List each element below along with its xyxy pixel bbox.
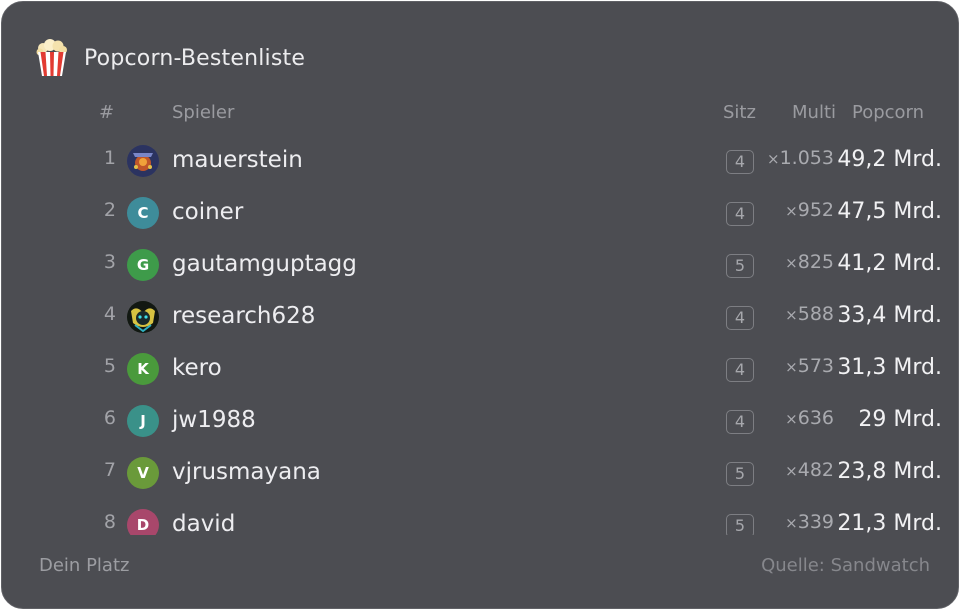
multiplier-value: 588 <box>797 303 834 325</box>
popcorn-value: 33,4 Mrd. <box>837 303 942 328</box>
multiplier: ×952 <box>785 199 834 221</box>
seat-badge: 5 <box>726 254 754 278</box>
avatar-initial: K <box>137 360 149 378</box>
column-header-multi: Multi <box>792 102 836 123</box>
rank-number: 1 <box>103 147 116 169</box>
multiplier: ×825 <box>785 251 834 273</box>
player-name[interactable]: jw1988 <box>172 407 256 433</box>
avatar-initial: C <box>137 204 149 222</box>
avatar-initial: J <box>140 412 146 430</box>
seat-badge: 4 <box>726 202 754 226</box>
multiplier-prefix: × <box>785 202 798 220</box>
player-name[interactable]: kero <box>172 355 222 381</box>
popcorn-value: 21,3 Mrd. <box>837 511 942 535</box>
multiplier-prefix: × <box>785 306 798 324</box>
multiplier-value: 573 <box>797 355 834 377</box>
multiplier-prefix: × <box>767 150 780 168</box>
multiplier-value: 636 <box>797 407 834 429</box>
player-name[interactable]: research628 <box>172 303 315 329</box>
multiplier-value: 952 <box>797 199 834 221</box>
column-header-seat: Sitz <box>723 102 756 123</box>
multiplier-prefix: × <box>785 254 798 272</box>
table-row[interactable]: 8 Ddavid 5 ×339 21,3 Mrd. <box>2 499 958 535</box>
table-row[interactable]: 1 mauerstein 4 ×1.053 49,2 Mrd. <box>2 135 958 187</box>
seat-badge: 4 <box>726 410 754 434</box>
avatar: C <box>127 197 159 229</box>
avatar-initial: G <box>136 256 150 274</box>
multiplier-prefix: × <box>785 410 798 428</box>
popcorn-icon <box>36 39 68 77</box>
seat-badge: 5 <box>726 514 754 535</box>
rank-number: 2 <box>103 199 116 221</box>
avatar: J <box>127 405 159 437</box>
popcorn-value: 31,3 Mrd. <box>837 355 942 380</box>
avatar: K <box>127 353 159 385</box>
rank-number: 5 <box>103 355 116 377</box>
multiplier-value: 482 <box>797 459 834 481</box>
popcorn-value: 29 Mrd. <box>858 407 942 432</box>
leaderboard-card: Popcorn-Bestenliste # Spieler Sitz Multi… <box>1 1 959 609</box>
multiplier-value: 825 <box>797 251 834 273</box>
table-row[interactable]: 2 Ccoiner 4 ×952 47,5 Mrd. <box>2 187 958 239</box>
rank-number: 4 <box>103 303 116 325</box>
table-row[interactable]: 3 Ggautamguptagg 5 ×825 41,2 Mrd. <box>2 239 958 291</box>
page-title: Popcorn-Bestenliste <box>84 45 306 71</box>
avatar <box>127 301 159 333</box>
column-header-rank: # <box>99 102 115 123</box>
header: Popcorn-Bestenliste <box>36 38 305 78</box>
player-name[interactable]: david <box>172 511 235 535</box>
popcorn-value: 47,5 Mrd. <box>837 199 942 224</box>
multiplier-prefix: × <box>785 514 798 532</box>
multiplier-prefix: × <box>785 462 798 480</box>
multiplier: ×339 <box>785 511 834 533</box>
player-name[interactable]: vjrusmayana <box>172 459 321 485</box>
multiplier: ×1.053 <box>767 147 834 169</box>
avatar: D <box>127 509 159 535</box>
rank-number: 8 <box>103 511 116 533</box>
popcorn-value: 49,2 Mrd. <box>837 147 942 172</box>
player-name[interactable]: coiner <box>172 199 243 225</box>
table-row[interactable]: 6 Jjw1988 4 ×636 29 Mrd. <box>2 395 958 447</box>
table-row[interactable]: 7 Vvjrusmayana 5 ×482 23,8 Mrd. <box>2 447 958 499</box>
rank-number: 7 <box>103 459 116 481</box>
table-row[interactable]: 4 research628 4 ×588 33,4 Mrd. <box>2 291 958 343</box>
popcorn-value: 41,2 Mrd. <box>837 251 942 276</box>
avatar: G <box>127 249 159 281</box>
popcorn-value: 23,8 Mrd. <box>837 459 942 484</box>
table-row[interactable]: 5 Kkero 4 ×573 31,3 Mrd. <box>2 343 958 395</box>
seat-badge: 5 <box>726 462 754 486</box>
seat-badge: 4 <box>726 150 754 174</box>
source-label: Quelle: Sandwatch <box>761 555 930 576</box>
leaderboard-list[interactable]: 1 mauerstein 4 ×1.053 49,2 Mrd. 2 Ccoiner 4 ×952… <box>2 135 958 535</box>
seat-badge: 4 <box>726 306 754 330</box>
multiplier-value: 1.053 <box>779 147 834 169</box>
player-name[interactable]: gautamguptagg <box>172 251 357 277</box>
multiplier: ×482 <box>785 459 834 481</box>
avatar-initial: D <box>136 516 150 534</box>
seat-badge: 4 <box>726 358 754 382</box>
rank-number: 3 <box>103 251 116 273</box>
column-header-popcorn: Popcorn <box>852 102 925 123</box>
multiplier-prefix: × <box>785 358 798 376</box>
multiplier: ×588 <box>785 303 834 325</box>
player-name[interactable]: mauerstein <box>172 147 303 173</box>
rank-number: 6 <box>103 407 116 429</box>
avatar-initial: V <box>137 464 149 482</box>
your-rank-label[interactable]: Dein Platz <box>39 555 129 576</box>
multiplier-value: 339 <box>797 511 834 533</box>
multiplier: ×573 <box>785 355 834 377</box>
column-header-player: Spieler <box>172 102 235 123</box>
avatar <box>127 145 159 177</box>
multiplier: ×636 <box>785 407 834 429</box>
avatar: V <box>127 457 159 489</box>
